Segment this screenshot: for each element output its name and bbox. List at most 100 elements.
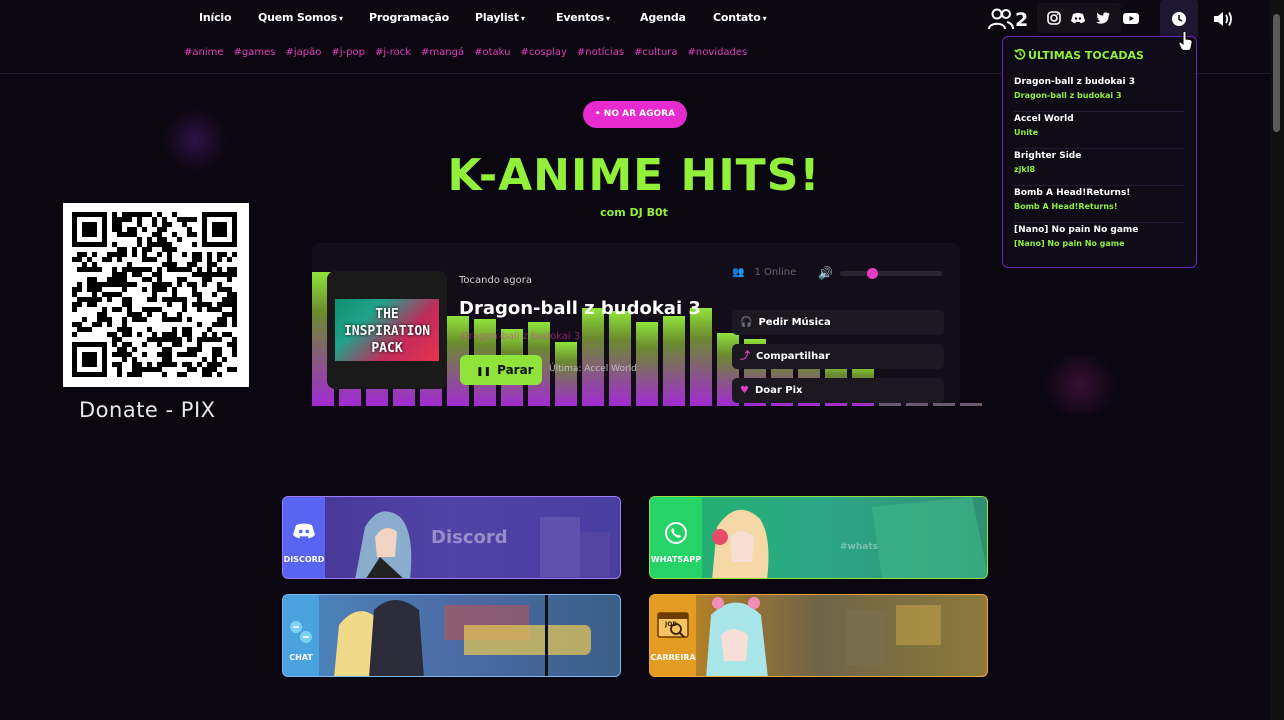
recent-tracks-title-text: ÚLTIMAS TOCADAS (1028, 49, 1144, 62)
cover-text: PACK (327, 341, 447, 356)
track-artist: Dragon-ball z budokai 3 (1014, 91, 1122, 100)
request-song-label: Pedir Música (758, 317, 830, 328)
chevron-down-icon: ▾ (763, 14, 767, 23)
last-played: Última: Accel World (549, 364, 637, 374)
nav-quem-somos[interactable]: Quem Somos▾ (258, 11, 343, 24)
careers-card-label: CARREIRA (650, 653, 696, 662)
hashtag-link[interactable]: #anime (184, 47, 224, 58)
pause-icon: ❚❚ (476, 367, 491, 377)
donate-pix-button[interactable]: ♥ Doar Pix (732, 378, 944, 403)
social-links (1037, 3, 1121, 33)
track-artist: Unite (1014, 128, 1038, 137)
request-song-button[interactable]: 🎧 Pedir Música (732, 310, 944, 335)
nav-contato[interactable]: Contato▾ (713, 11, 766, 24)
whatsapp-card[interactable]: WHATSAPP #whats (649, 496, 988, 579)
album-cover: THE INSPIRATION PACK (327, 271, 447, 389)
live-badge: • NO AR AGORA (583, 101, 687, 128)
page-scrollbar[interactable] (1270, 0, 1284, 720)
nav-label: Programação (369, 11, 449, 24)
nav-inicio[interactable]: Início (199, 11, 231, 24)
stop-button[interactable]: ❚❚ Parar (460, 355, 542, 385)
hand-cursor-icon (1178, 30, 1194, 52)
chevron-down-icon: ▾ (521, 14, 525, 23)
heart-icon: ♥ (740, 385, 749, 396)
whatsapp-art-text: #whats (840, 542, 878, 552)
history-icon (1014, 48, 1026, 60)
anime-artwork (696, 595, 988, 677)
track-name: Accel World (1014, 114, 1074, 124)
anime-artwork (702, 497, 988, 579)
discord-art-text: Discord (431, 527, 508, 548)
job-board-icon: JOB (656, 611, 690, 641)
hashtag-link[interactable]: #notícias (577, 47, 624, 58)
nav-agenda[interactable]: Agenda (640, 11, 686, 24)
nav-label: Quem Somos (258, 11, 337, 24)
stop-label: Parar (497, 363, 534, 377)
listeners-online: 👥1 Online (732, 267, 796, 278)
hashtag-link[interactable]: #games (234, 47, 276, 58)
nav-label: Agenda (640, 11, 686, 24)
discord-icon[interactable] (1070, 10, 1086, 26)
donate-label: Doar Pix (755, 385, 803, 396)
recent-track-item[interactable]: [Nano] No pain No game[Nano] No pain No … (1014, 223, 1184, 260)
whatsapp-card-side: WHATSAPP (650, 497, 702, 579)
visualizer-bar (690, 308, 712, 406)
careers-card[interactable]: JOB CARREIRA (649, 594, 988, 677)
nav-playlist[interactable]: Playlist▾ (475, 11, 525, 24)
hashtag-link[interactable]: #cultura (634, 47, 678, 58)
nav-label: Início (199, 11, 231, 24)
youtube-icon[interactable] (1122, 10, 1140, 26)
track-artist: zjkl8 (1014, 165, 1035, 174)
track-artist: Bomb A Head!Returns! (1014, 202, 1117, 211)
song-title: Dragon-ball z budokai 3 (459, 298, 701, 319)
speaker-icon[interactable]: 🔊 (818, 266, 833, 280)
hashtag-link[interactable]: #cosplay (521, 47, 567, 58)
discord-card-side: DISCORD (283, 497, 325, 579)
discord-icon (292, 521, 316, 541)
volume-icon[interactable] (1212, 10, 1234, 28)
chat-card-side: CHAT (283, 595, 319, 677)
discord-card[interactable]: DISCORD Discord (282, 496, 621, 579)
whatsapp-icon (664, 521, 688, 545)
recent-track-item[interactable]: Dragon-ball z budokai 3Dragon-ball z bud… (1014, 75, 1184, 112)
discord-card-label: DISCORD (283, 555, 325, 564)
qr-code-image (72, 212, 240, 378)
visualizer-bar (663, 316, 685, 406)
recent-track-item[interactable]: Accel World Unite (1014, 112, 1184, 149)
scrollbar-thumb[interactable] (1273, 14, 1280, 132)
hashtag-link[interactable]: #j-pop (331, 47, 365, 58)
volume-slider[interactable] (840, 271, 942, 276)
anime-artwork (319, 595, 621, 677)
top-navigation-bar: Início Quem Somos▾ Programação Playlist▾… (0, 0, 1284, 38)
recent-track-item[interactable]: Brighter Sidezjkl8 (1014, 149, 1184, 186)
hashtag-link[interactable]: #j-rock (375, 47, 411, 58)
song-artist: Dragon-ball z budokai 3 (461, 331, 580, 342)
users-icon (988, 8, 1014, 30)
hashtag-link[interactable]: #novidades (688, 47, 748, 58)
instagram-icon[interactable] (1046, 10, 1062, 26)
visualizer-bar (906, 403, 928, 406)
nav-eventos[interactable]: Eventos▾ (556, 11, 610, 24)
chat-bubbles-icon (288, 619, 314, 645)
hashtag-link[interactable]: #otaku (474, 47, 510, 58)
cover-text: INSPIRATION (327, 324, 447, 339)
hashtag-link[interactable]: #japão (286, 47, 322, 58)
pix-qr-code (63, 203, 249, 387)
recent-tracks-title: ÚLTIMAS TOCADAS (1014, 48, 1144, 62)
nav-programacao[interactable]: Programação (369, 11, 449, 24)
recent-track-item[interactable]: Bomb A Head!Returns!Bomb A Head!Returns! (1014, 186, 1184, 223)
chat-card[interactable]: CHAT (282, 594, 621, 677)
twitter-icon[interactable] (1095, 10, 1111, 26)
share-label: Compartilhar (756, 351, 830, 362)
recent-tracks-popup: ÚLTIMAS TOCADAS Dragon-ball z budokai 3D… (1002, 36, 1197, 268)
visualizer-bar (636, 322, 658, 406)
nav-label: Contato (713, 11, 761, 24)
share-button[interactable]: ⤴Compartilhar (732, 344, 944, 369)
chat-card-label: CHAT (283, 653, 319, 662)
hashtag-link[interactable]: #mangá (421, 47, 464, 58)
headphones-icon: 🎧 (740, 317, 752, 328)
visualizer-bar (582, 308, 604, 406)
track-artist: [Nano] No pain No game (1014, 239, 1125, 248)
online-label: 1 Online (754, 267, 796, 278)
chevron-down-icon: ▾ (339, 14, 343, 23)
